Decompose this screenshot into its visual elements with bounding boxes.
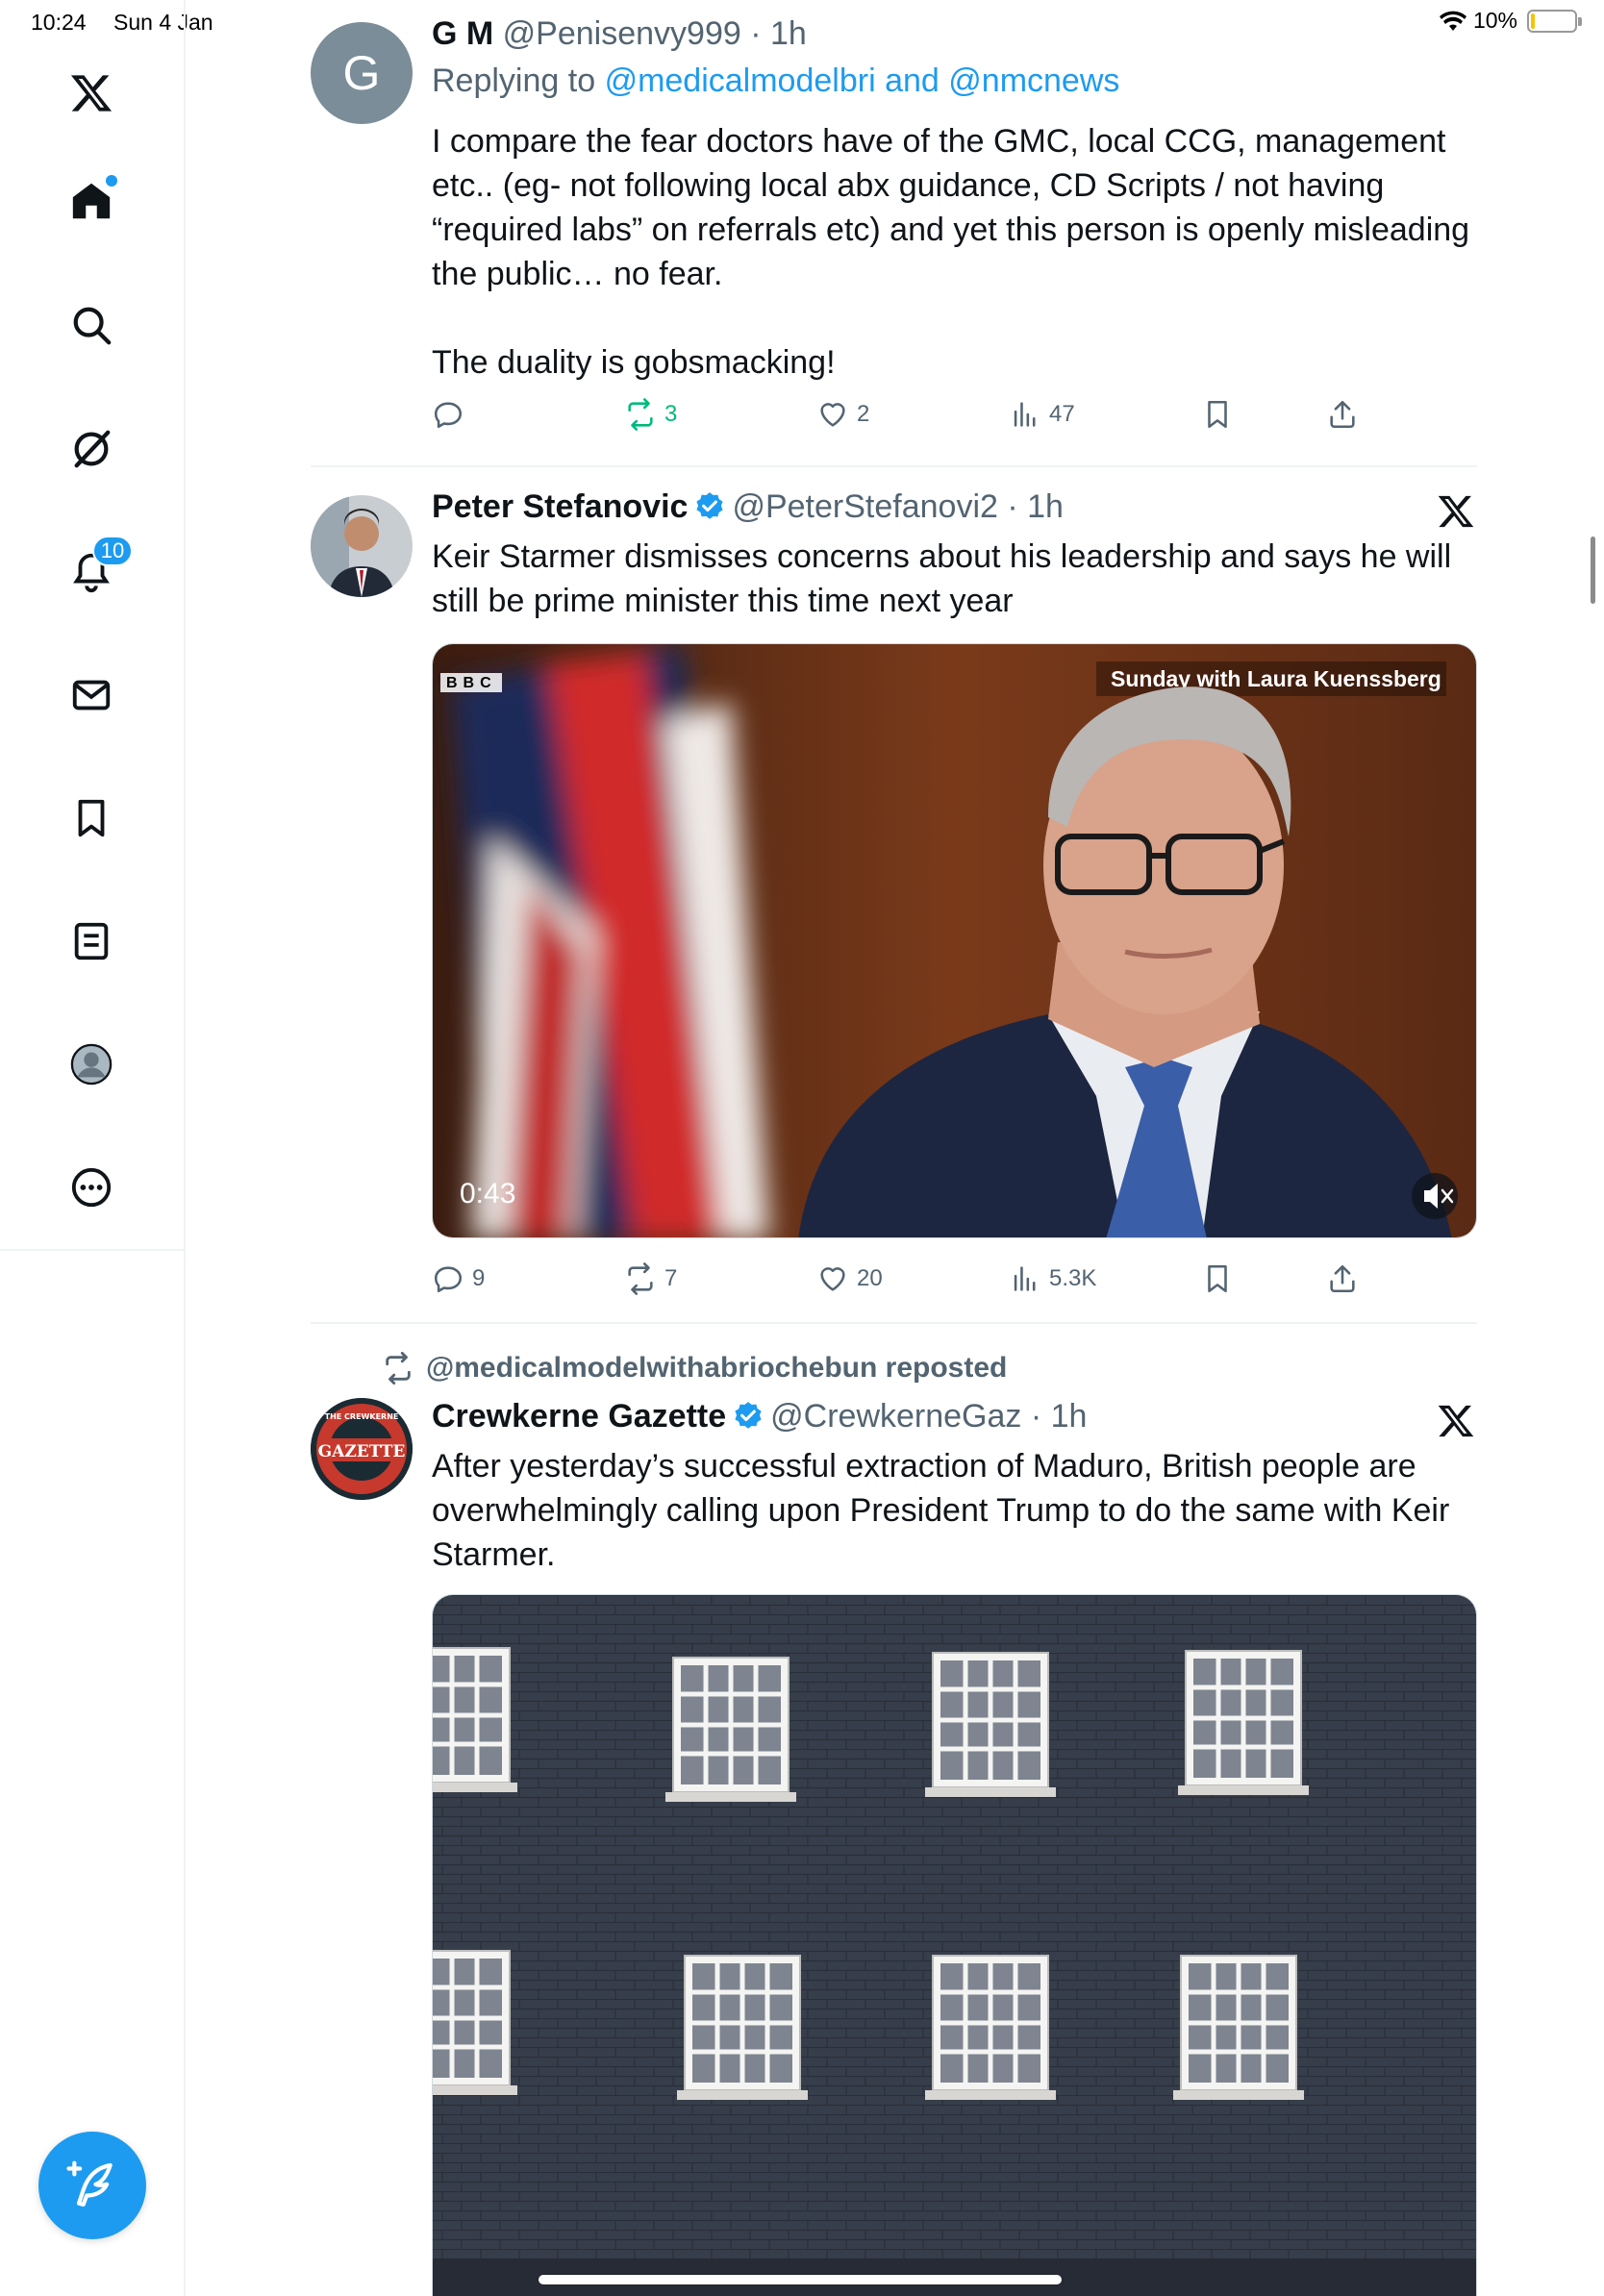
- author-handle[interactable]: @Penisenvy999: [503, 15, 741, 52]
- reply-button[interactable]: 9: [432, 1262, 485, 1295]
- x-brand-icon: [1438, 1405, 1474, 1437]
- more-icon[interactable]: [63, 1160, 119, 1215]
- views-icon: [1014, 1266, 1036, 1291]
- repost-count: 3: [664, 401, 678, 427]
- author-name[interactable]: Crewkerne Gazette: [432, 1398, 726, 1435]
- video-player[interactable]: BBC Sunday with Laura Kuenssberg 0:43: [432, 643, 1477, 1238]
- x-brand-icon: [1438, 495, 1474, 528]
- heart-icon: [820, 1267, 845, 1291]
- share-icon: [1330, 1264, 1355, 1293]
- tweet-text: I compare the fear doctors have of the G…: [432, 123, 1470, 381]
- tweet-actions: 9 7 20 5.3K: [432, 1262, 1477, 1307]
- reply-button[interactable]: [432, 398, 472, 431]
- avatar-text-top: THE CREWKERNE: [325, 1412, 399, 1421]
- tweet-header: Crewkerne Gazette @CrewkerneGaz · 1h: [432, 1398, 1087, 1435]
- bookmark-icon: [1208, 400, 1227, 429]
- author-name[interactable]: Peter Stefanovic: [432, 488, 688, 525]
- avatar-letter: G: [342, 46, 381, 100]
- tweet-text: Keir Starmer dismisses concerns about hi…: [432, 538, 1452, 619]
- replying-to-label: Replying to: [432, 62, 596, 99]
- reply-icon: [434, 1266, 463, 1293]
- reposted-by[interactable]: @medicalmodelwithabriochebun reposted: [426, 1352, 1007, 1385]
- sidebar: 10: [0, 0, 186, 2296]
- battery-icon: [1527, 9, 1582, 33]
- tweet-gm[interactable]: G G M @Penisenvy999 · 1h Replying to @me…: [311, 0, 1477, 467]
- author-handle[interactable]: @PeterStefanovi2: [732, 488, 997, 525]
- tweet-time[interactable]: · 1h: [1031, 1398, 1088, 1435]
- heart-icon: [820, 403, 845, 427]
- video-frame: BBC Sunday with Laura Kuenssberg 0:43: [433, 644, 1476, 1237]
- like-count: 2: [857, 401, 870, 427]
- bookmark-button[interactable]: [1201, 1262, 1234, 1295]
- tweet-crewkerne[interactable]: @medicalmodelwithabriochebun reposted GA…: [311, 1325, 1477, 2296]
- tweet-stefanovic[interactable]: Peter Stefanovic @PeterStefanovi2 · 1h Ke…: [311, 467, 1477, 1325]
- tweet-time[interactable]: · 1h: [1007, 488, 1064, 525]
- repost-count: 7: [664, 1265, 678, 1291]
- author-handle[interactable]: @CrewkerneGaz: [770, 1398, 1021, 1435]
- video-logo: BBC: [446, 675, 497, 691]
- tweet-actions: 3 2 47: [432, 398, 1477, 442]
- video-duration: 0:43: [460, 1178, 515, 1210]
- grok-icon[interactable]: [63, 421, 119, 477]
- share-icon: [1330, 400, 1355, 429]
- battery-percent: 10%: [1472, 8, 1517, 33]
- avatar[interactable]: [311, 495, 413, 597]
- tweet-image[interactable]: [432, 1594, 1477, 2296]
- home-indicator[interactable]: [539, 2275, 1062, 2284]
- home-icon[interactable]: [63, 173, 119, 229]
- messages-icon[interactable]: [63, 667, 119, 723]
- like-count: 20: [857, 1265, 883, 1291]
- video-overlay-title: Sunday with Laura Kuenssberg: [1111, 666, 1441, 691]
- repost-context: @medicalmodelwithabriochebun reposted: [382, 1352, 1007, 1385]
- author-name[interactable]: G M: [432, 15, 493, 52]
- tweet-time[interactable]: · 1h: [750, 15, 807, 52]
- reply-link-2[interactable]: @nmcnews: [948, 62, 1119, 99]
- repost-icon: [628, 1262, 653, 1295]
- repost-icon: [386, 1352, 411, 1385]
- reply-link-1[interactable]: @medicalmodelbri: [605, 62, 876, 99]
- sidebar-divider: [0, 1249, 186, 1251]
- verified-badge-icon: [696, 492, 724, 519]
- avatar[interactable]: GAZETTE THE CREWKERNE: [311, 1398, 413, 1500]
- verified-badge-icon: [735, 1402, 762, 1429]
- tweet-header: G M @Penisenvy999 · 1h: [432, 15, 807, 53]
- scrollbar-thumb[interactable]: [1591, 537, 1595, 604]
- bookmark-button[interactable]: [1201, 398, 1234, 431]
- share-button[interactable]: [1326, 1262, 1359, 1295]
- building-image: [433, 1595, 1476, 2296]
- tweet-divider: [311, 1322, 1477, 1324]
- profile-avatar[interactable]: [63, 1036, 119, 1092]
- bookmarks-icon[interactable]: [63, 790, 119, 846]
- notifications-icon[interactable]: 10: [63, 536, 133, 600]
- compose-button[interactable]: [38, 2132, 146, 2239]
- tweet-header: Peter Stefanovic @PeterStefanovi2 · 1h: [432, 488, 1064, 526]
- notifications-badge: 10: [92, 536, 133, 566]
- bookmark-icon: [1208, 1264, 1227, 1293]
- like-button[interactable]: 2: [816, 398, 869, 431]
- share-button[interactable]: [1326, 398, 1359, 431]
- x-logo-icon[interactable]: [63, 65, 119, 121]
- reply-icon: [434, 402, 463, 429]
- home-unread-dot: [106, 175, 117, 187]
- avatar-text-main: GAZETTE: [318, 1442, 406, 1461]
- search-icon[interactable]: [63, 297, 119, 353]
- reply-count: 9: [472, 1265, 486, 1291]
- views-count: 5.3K: [1049, 1265, 1097, 1291]
- reply-and: and: [885, 62, 940, 99]
- tweet-text: After yesterday’s successful extraction …: [432, 1448, 1450, 1573]
- lists-icon[interactable]: [63, 913, 119, 969]
- replying-to: Replying to @medicalmodelbri and @nmcnew…: [432, 62, 1119, 100]
- repost-button[interactable]: 7: [624, 1262, 677, 1295]
- views-button[interactable]: 47: [1009, 398, 1075, 431]
- avatar[interactable]: G: [311, 22, 413, 124]
- views-icon: [1014, 402, 1036, 427]
- like-button[interactable]: 20: [816, 1262, 883, 1295]
- views-count: 47: [1049, 401, 1075, 427]
- compose-feather-icon: [66, 2160, 113, 2207]
- views-button[interactable]: 5.3K: [1009, 1262, 1096, 1295]
- repost-icon: [628, 398, 653, 431]
- repost-button[interactable]: 3: [624, 398, 677, 431]
